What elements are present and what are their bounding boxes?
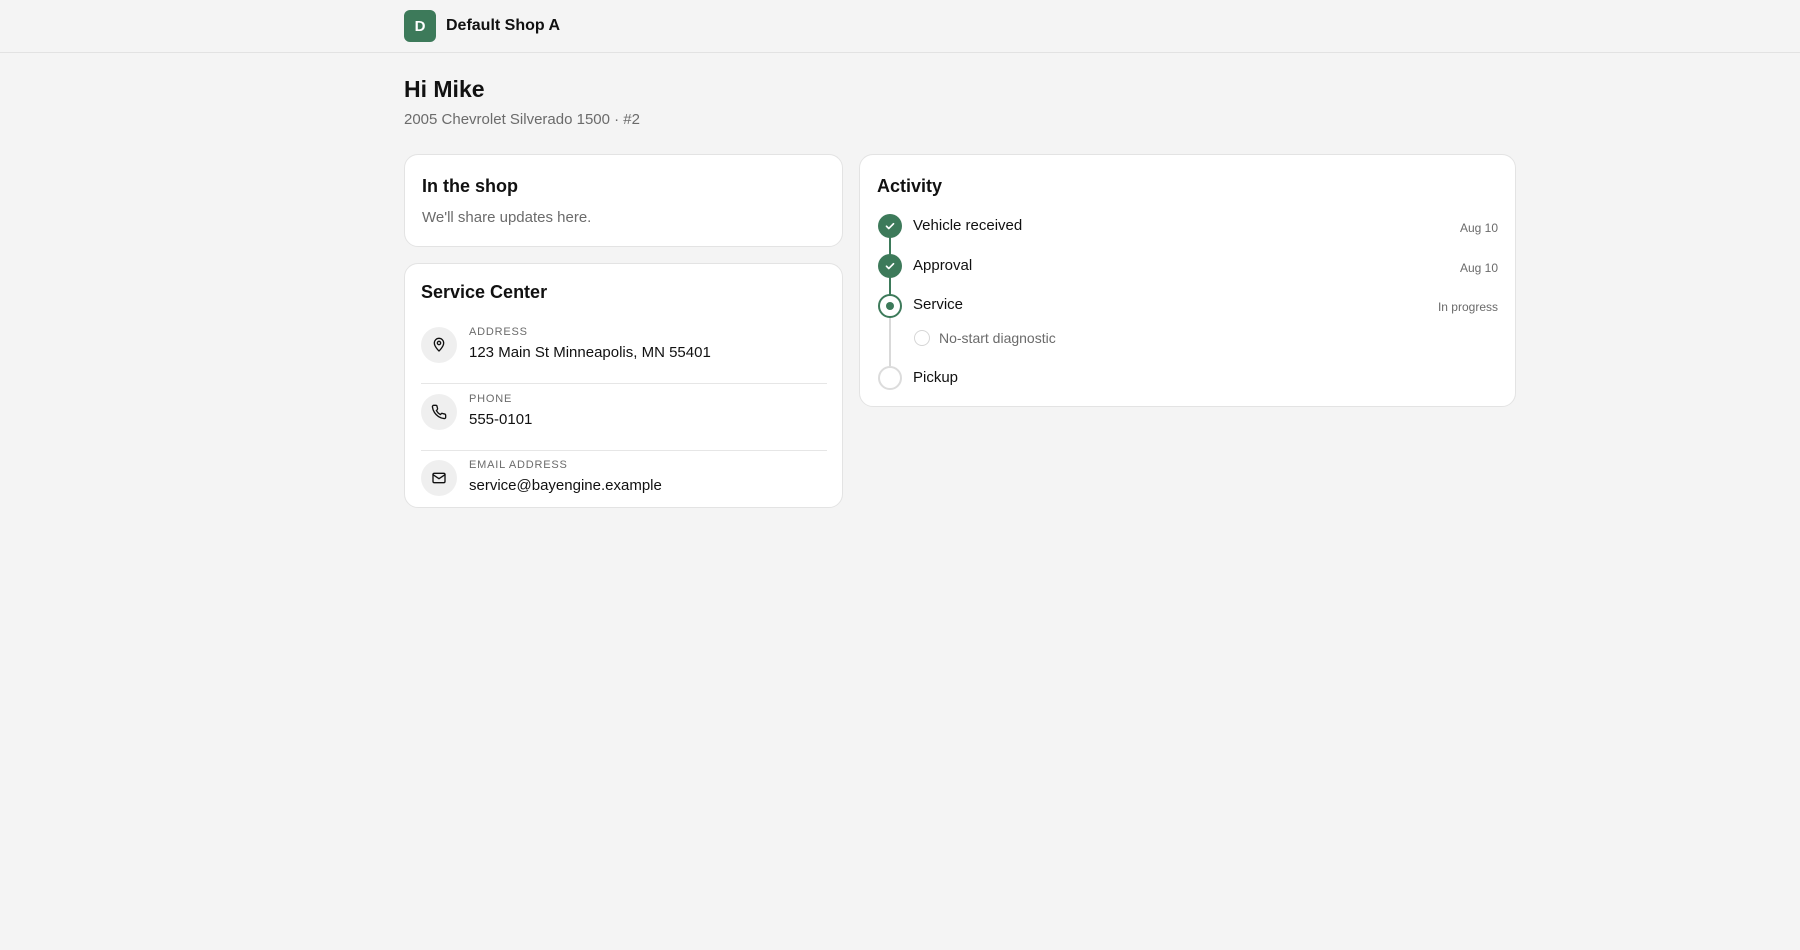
step-status: In progress (1437, 300, 1498, 314)
pending-circle-icon (878, 366, 902, 390)
map-pin-icon (421, 327, 457, 363)
activity-title: Activity (877, 176, 943, 196)
mail-icon (421, 460, 457, 496)
check-icon (878, 214, 902, 238)
step-label-pickup: Pickup (913, 369, 959, 386)
check-icon (878, 254, 902, 278)
address-row[interactable]: ADDRESS 123 Main St Minneapolis, MN 5540… (421, 318, 827, 384)
email-row[interactable]: EMAIL ADDRESS service@bayengine.example (421, 451, 827, 517)
shop-name: Default Shop A (446, 17, 561, 34)
address-label: ADDRESS (469, 326, 528, 338)
email-value: service@bayengine.example (469, 477, 662, 494)
service-center-card: Service Center ADDRESS 123 Main St Minne… (404, 263, 843, 508)
status-card-subtitle: We'll share updates here. (422, 209, 592, 226)
status-card: In the shop We'll share updates here. (404, 154, 843, 247)
shop-logo: D (404, 10, 436, 42)
email-label: EMAIL ADDRESS (469, 459, 568, 471)
activity-card: Activity Vehicle received Aug 10 Approva… (859, 154, 1516, 407)
service-center-title: Service Center (421, 282, 548, 302)
phone-label: PHONE (469, 393, 513, 405)
step-label-approval: Approval (913, 257, 973, 274)
phone-icon (421, 394, 457, 430)
address-value: 123 Main St Minneapolis, MN 55401 (469, 344, 711, 361)
top-bar: D Default Shop A (0, 0, 1800, 53)
pending-circle-icon (914, 330, 930, 346)
phone-row[interactable]: PHONE 555-0101 (421, 385, 827, 451)
substep-label: No-start diagnostic (939, 330, 1056, 346)
status-card-title: In the shop (422, 176, 518, 196)
vehicle-subtitle: 2005 Chevrolet Silverado 1500 · #2 (404, 111, 640, 128)
in-progress-icon (878, 294, 902, 318)
greeting-heading: Hi Mike (404, 76, 485, 102)
step-date: Aug 10 (1459, 261, 1498, 275)
step-date: Aug 10 (1459, 221, 1498, 235)
step-label-vehicle-received: Vehicle received (913, 217, 1023, 234)
step-label-service: Service (913, 296, 964, 313)
phone-value: 555-0101 (469, 411, 533, 428)
